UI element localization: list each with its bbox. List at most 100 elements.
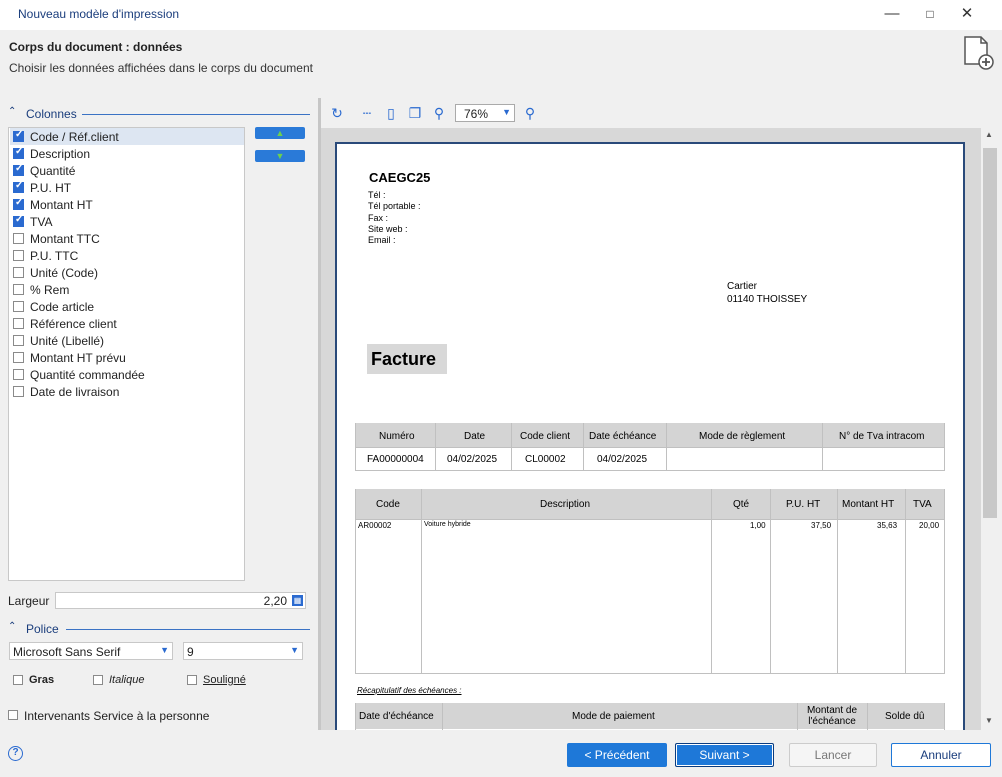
- info-value-date-echeance: 04/02/2025: [597, 454, 648, 465]
- maximize-icon[interactable]: □: [918, 4, 942, 24]
- checkbox[interactable]: [13, 180, 24, 193]
- table-border: [355, 470, 945, 471]
- underline-checkbox[interactable]: Souligné: [187, 674, 257, 688]
- zoom-out-icon[interactable]: ⚲: [430, 104, 448, 122]
- width-input[interactable]: 2,20 ▦: [55, 592, 306, 609]
- info-header-date-echeance: Date échéance: [589, 431, 657, 442]
- chevron-down-icon[interactable]: ▼: [502, 107, 511, 117]
- column-item-montant-ht-prevu[interactable]: Montant HT prévu: [10, 349, 244, 366]
- column-item-unite-code[interactable]: Unité (Code): [10, 264, 244, 281]
- wizard-header: Corps du document : données Choisir les …: [0, 30, 1002, 96]
- line-qte: 1,00: [750, 521, 766, 530]
- page-width-icon[interactable]: ┄: [358, 104, 376, 122]
- italic-checkbox[interactable]: Italique: [93, 674, 163, 688]
- chevron-down-icon[interactable]: ▼: [160, 645, 169, 655]
- lines-header-pu-ht: P.U. HT: [786, 499, 821, 510]
- checkbox[interactable]: [13, 284, 24, 295]
- checkbox[interactable]: [13, 318, 24, 329]
- launch-button[interactable]: Lancer: [789, 743, 877, 767]
- collapse-icon[interactable]: ⌃: [8, 621, 16, 632]
- previous-button[interactable]: < Précédent: [567, 743, 667, 767]
- font-section-header[interactable]: ⌃ Police: [4, 621, 314, 637]
- info-value-date: 04/02/2025: [447, 454, 498, 465]
- checkbox[interactable]: [187, 675, 197, 685]
- checkbox[interactable]: [13, 214, 24, 227]
- calculator-icon[interactable]: ▦: [292, 595, 303, 606]
- multi-page-icon[interactable]: ❐: [406, 104, 424, 122]
- checkbox[interactable]: [13, 250, 24, 261]
- column-item-montant-ttc[interactable]: Montant TTC: [10, 230, 244, 247]
- column-item-tva[interactable]: TVA: [10, 213, 244, 230]
- column-item-description[interactable]: Description: [10, 145, 244, 162]
- lines-header-qte: Qté: [733, 499, 750, 510]
- collapse-icon[interactable]: ⌃: [8, 106, 16, 117]
- zoom-select[interactable]: 76% ▼: [455, 104, 515, 122]
- column-item-pu-ht[interactable]: P.U. HT: [10, 179, 244, 196]
- column-item-code[interactable]: Code / Réf.client: [10, 128, 244, 145]
- recap-header-montant: Montant de l'échéance: [806, 705, 858, 727]
- column-item-rem[interactable]: % Rem: [10, 281, 244, 298]
- page-subtitle: Choisir les données affichées dans le co…: [9, 61, 313, 75]
- print-preview[interactable]: CAEGC25 Tél : Tél portable : Fax : Site …: [321, 128, 981, 730]
- checkbox[interactable]: [13, 352, 24, 363]
- checkbox[interactable]: [13, 197, 24, 210]
- recap-header-solde: Solde dû: [885, 711, 925, 722]
- checkbox[interactable]: [13, 146, 24, 159]
- checkbox[interactable]: [13, 335, 24, 346]
- checkbox[interactable]: [13, 386, 24, 397]
- lines-header-montant-ht: Montant HT: [842, 499, 895, 510]
- column-item-unite-libelle[interactable]: Unité (Libellé): [10, 332, 244, 349]
- column-item-montant-ht[interactable]: Montant HT: [10, 196, 244, 213]
- checkbox[interactable]: [93, 675, 103, 685]
- scroll-down-icon[interactable]: ▼: [985, 716, 993, 725]
- checkbox[interactable]: [13, 369, 24, 380]
- cancel-button[interactable]: Annuler: [891, 743, 991, 767]
- font-size-select[interactable]: 9 ▼: [183, 642, 303, 660]
- checkbox[interactable]: [13, 163, 24, 176]
- columns-section-header[interactable]: ⌃ Colonnes: [4, 106, 314, 122]
- checkbox[interactable]: [13, 233, 24, 244]
- info-header-code-client: Code client: [520, 431, 571, 442]
- page-icon[interactable]: ▯: [382, 104, 400, 122]
- help-icon[interactable]: ?: [8, 746, 23, 761]
- bold-checkbox[interactable]: Gras: [13, 674, 73, 688]
- table-border: [905, 489, 906, 674]
- font-family-select[interactable]: Microsoft Sans Serif ▼: [9, 642, 173, 660]
- service-checkbox[interactable]: Intervenants Service à la personne: [8, 709, 228, 723]
- checkbox[interactable]: [8, 710, 18, 720]
- recipient-city: 01140 THOISSEY: [727, 294, 808, 305]
- recap-header-date: Date d'échéance: [359, 711, 434, 722]
- info-header-numero: Numéro: [379, 431, 415, 442]
- checkbox[interactable]: [13, 267, 24, 278]
- minimize-icon[interactable]: —: [880, 4, 904, 24]
- next-button[interactable]: Suivant >: [675, 743, 774, 767]
- preview-scrollbar[interactable]: ▲ ▼: [981, 128, 1002, 730]
- width-value: 2,20: [263, 594, 287, 608]
- checkbox[interactable]: [13, 675, 23, 685]
- refresh-icon[interactable]: ↻: [328, 104, 346, 122]
- column-item-quantite-commandee[interactable]: Quantité commandée: [10, 366, 244, 383]
- info-header-mode-reglement: Mode de règlement: [699, 431, 786, 442]
- column-item-reference-client[interactable]: Référence client: [10, 315, 244, 332]
- document-type: Facture: [367, 344, 447, 374]
- checkbox[interactable]: [13, 301, 24, 312]
- font-family-value: Microsoft Sans Serif: [13, 645, 121, 659]
- move-down-button[interactable]: ▼: [255, 150, 305, 162]
- scroll-up-icon[interactable]: ▲: [985, 130, 993, 139]
- column-item-code-article[interactable]: Code article: [10, 298, 244, 315]
- checkbox[interactable]: [13, 129, 24, 142]
- close-icon[interactable]: ✕: [955, 4, 979, 24]
- line-montant-ht: 35,63: [877, 521, 898, 530]
- recap-title: Récapitulatif des échéances :: [357, 686, 462, 695]
- column-item-date-livraison[interactable]: Date de livraison: [10, 383, 244, 400]
- table-border: [511, 423, 512, 471]
- chevron-down-icon[interactable]: ▼: [290, 645, 299, 655]
- columns-list[interactable]: Code / Réf.client Description Quantité P…: [8, 127, 245, 581]
- info-header-tva-intracom: N° de Tva intracom: [839, 431, 925, 442]
- scrollbar-thumb[interactable]: [983, 148, 997, 518]
- contact-tel: Tél :: [368, 190, 386, 200]
- column-item-quantite[interactable]: Quantité: [10, 162, 244, 179]
- zoom-in-icon[interactable]: ⚲: [521, 104, 539, 122]
- column-item-pu-ttc[interactable]: P.U. TTC: [10, 247, 244, 264]
- move-up-button[interactable]: ▲: [255, 127, 305, 139]
